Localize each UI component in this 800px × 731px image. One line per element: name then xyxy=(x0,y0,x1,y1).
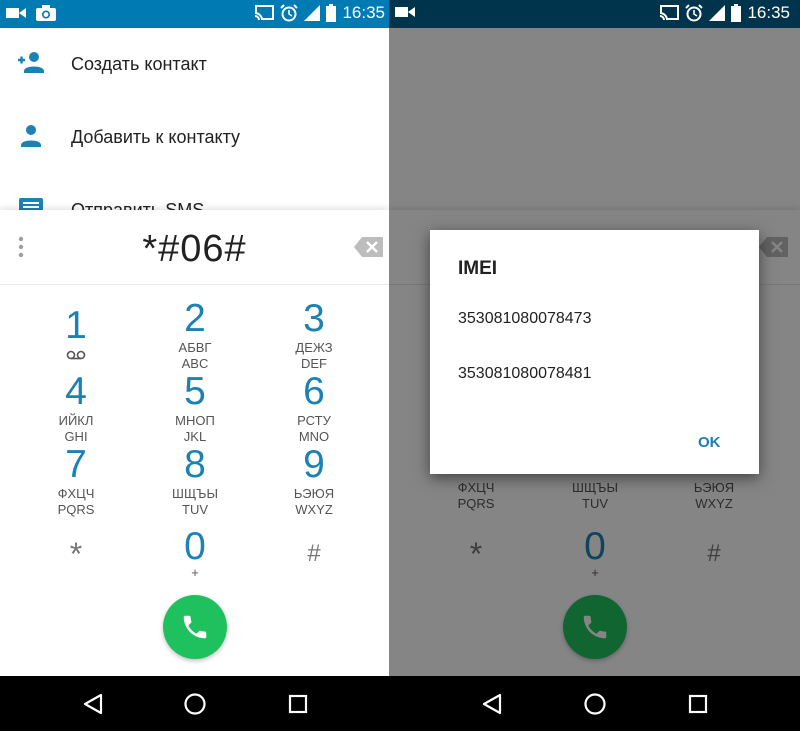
key-digit: 6 xyxy=(303,370,325,413)
camera-icon xyxy=(36,5,56,21)
key-digit: 7 xyxy=(65,443,87,486)
key-5[interactable]: 5 МНОП JKL xyxy=(145,370,245,445)
key-symbol: * xyxy=(69,536,83,572)
key-plus: + xyxy=(191,565,199,580)
navigation-bar xyxy=(0,676,389,731)
video-icon xyxy=(6,6,26,20)
dialpad: *#06# 1 2 АБВГ ABC 3 ДЕЖЗ DEF 4 ИЙКЛ GHI… xyxy=(0,210,389,676)
contact-actions-menu: Создать контакт Добавить к контакту Отпр… xyxy=(0,28,389,210)
key-letters-cyrillic: РСТУ xyxy=(297,413,331,428)
battery-icon xyxy=(731,4,742,22)
alarm-icon xyxy=(685,4,704,22)
key-digit: 3 xyxy=(303,297,325,340)
key-digit: 0 xyxy=(184,525,206,568)
key-digit: 9 xyxy=(303,443,325,486)
back-icon[interactable] xyxy=(480,692,504,716)
signal-icon xyxy=(709,5,726,21)
key-hash[interactable]: # xyxy=(264,526,364,596)
clock-time: 16:35 xyxy=(747,3,790,22)
key-digit: 4 xyxy=(65,370,87,413)
back-icon[interactable] xyxy=(81,692,105,716)
key-1[interactable]: 1 xyxy=(26,305,126,375)
key-2[interactable]: 2 АБВГ ABC xyxy=(145,297,245,372)
home-icon[interactable] xyxy=(583,692,607,716)
key-letters-cyrillic: ДЕЖЗ xyxy=(295,340,333,355)
cast-icon xyxy=(659,5,680,21)
key-symbol: # xyxy=(307,540,321,567)
key-9[interactable]: 9 ЬЭЮЯ WXYZ xyxy=(264,443,364,518)
home-icon[interactable] xyxy=(183,692,207,716)
signal-icon xyxy=(304,5,321,21)
key-letters-cyrillic: ЬЭЮЯ xyxy=(293,486,335,501)
imei-dialog: IMEI 353081080078473 353081080078481 OK xyxy=(430,230,759,474)
menu-item-label: Добавить к контакту xyxy=(71,127,241,147)
key-digit: 2 xyxy=(184,297,206,340)
menu-item-label: Создать контакт xyxy=(71,54,207,74)
voicemail-icon xyxy=(26,347,126,363)
key-letters-latin: WXYZ xyxy=(295,502,333,517)
key-7[interactable]: 7 ФХЦЧ PQRS xyxy=(26,443,126,518)
backspace-icon[interactable] xyxy=(354,236,384,258)
key-digit: 5 xyxy=(184,370,206,413)
status-bar: 16:35 xyxy=(0,0,389,28)
person-icon xyxy=(18,124,44,148)
video-icon xyxy=(395,5,415,19)
menu-item-send-sms[interactable]: Отправить SMS xyxy=(0,178,389,210)
alarm-icon xyxy=(280,4,299,22)
key-letters-cyrillic: ИЙКЛ xyxy=(58,413,94,428)
imei-value-2: 353081080078481 xyxy=(458,365,592,382)
imei-dialog-screen: 16:35 ФХЦЧ PQRS ШЩЪЫ TUV ЬЭЮЯ WXYZ * 0 +… xyxy=(389,0,800,731)
dialed-digits[interactable]: *#06# xyxy=(0,228,389,271)
key-8[interactable]: 8 ШЩЪЫ TUV xyxy=(145,443,245,518)
menu-item-add-to-contact[interactable]: Добавить к контакту xyxy=(0,105,389,167)
key-digit: 8 xyxy=(184,443,206,486)
key-star[interactable]: * xyxy=(26,526,126,596)
battery-icon xyxy=(326,4,337,22)
dialog-title: IMEI xyxy=(458,258,498,279)
status-bar: 16:35 xyxy=(389,0,800,28)
key-6[interactable]: 6 РСТУ MNO xyxy=(264,370,364,445)
dialer-screen: 16:35 Создать контакт Добавить к контакт… xyxy=(0,0,389,731)
menu-item-label: Отправить SMS xyxy=(71,200,205,210)
digits-row: *#06# xyxy=(0,210,389,285)
key-letters-cyrillic: ФХЦЧ xyxy=(57,486,95,501)
clock-time: 16:35 xyxy=(342,3,385,22)
key-letters-cyrillic: АБВГ xyxy=(178,340,212,355)
key-3[interactable]: 3 ДЕЖЗ DEF xyxy=(264,297,364,372)
key-4[interactable]: 4 ИЙКЛ GHI xyxy=(26,370,126,445)
imei-value-1: 353081080078473 xyxy=(458,310,592,327)
call-button[interactable] xyxy=(163,595,227,659)
key-letters-cyrillic: МНОП xyxy=(175,413,215,428)
ok-button[interactable]: OK xyxy=(698,434,721,451)
key-letters-cyrillic: ШЩЪЫ xyxy=(172,486,218,501)
key-digit: 1 xyxy=(65,304,87,347)
sms-icon xyxy=(18,197,44,210)
add-contact-icon xyxy=(18,51,44,75)
key-letters-latin: TUV xyxy=(182,502,208,517)
recents-icon[interactable] xyxy=(286,692,310,716)
key-letters-latin: PQRS xyxy=(57,502,95,517)
navigation-bar xyxy=(389,676,800,731)
key-0[interactable]: 0 + xyxy=(145,526,245,596)
recents-icon[interactable] xyxy=(686,692,710,716)
menu-item-create-contact[interactable]: Создать контакт xyxy=(0,32,389,94)
cast-icon xyxy=(254,5,275,21)
